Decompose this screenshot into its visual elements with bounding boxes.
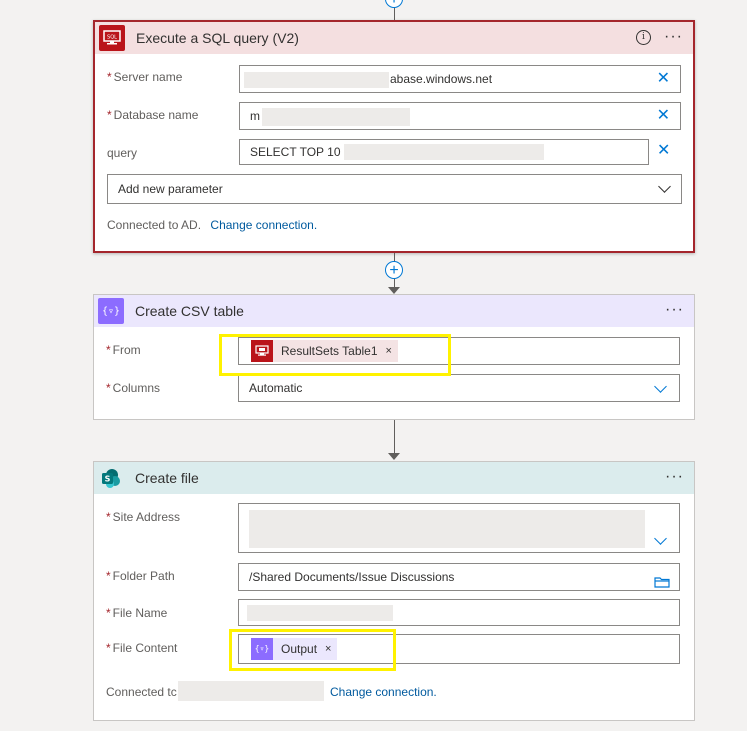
query-field[interactable]: SELECT TOP 10 * [239, 139, 649, 165]
columns-dropdown[interactable]: Automatic [238, 374, 680, 402]
clear-server-name-icon[interactable]: ✕ [657, 71, 670, 87]
create-file-card: S Create file ··· * Site Address * Folder … [93, 461, 695, 721]
folder-path-value: /Shared Documents/Issue Discussions [249, 570, 455, 584]
database-name-field[interactable]: m ✕ [239, 102, 681, 130]
redacted-region [344, 144, 544, 160]
sql-query-card: SQL Execute a SQL query (V2) i ··· * Serv… [93, 20, 695, 253]
insert-step-button[interactable]: + [385, 261, 403, 279]
redacted-region [178, 681, 324, 701]
chevron-down-icon [654, 532, 667, 545]
redacted-region [249, 510, 645, 548]
file-card-title: Create file [135, 470, 199, 486]
from-label: * From [106, 343, 141, 357]
clear-query-icon[interactable]: ✕ [657, 143, 670, 159]
csv-card-header[interactable]: {▿} Create CSV table ··· [94, 295, 694, 327]
server-name-value: abase.windows.net [390, 72, 493, 86]
sql-card-title: Execute a SQL query (V2) [136, 30, 299, 46]
csv-card-title: Create CSV table [135, 303, 244, 319]
query-value: SELECT TOP 10 * [250, 145, 349, 159]
add-new-parameter-dropdown[interactable]: Add new parameter [107, 174, 682, 204]
file-card-more-button[interactable]: ··· [665, 468, 684, 486]
highlight-box [229, 629, 396, 671]
connector-line [394, 420, 395, 456]
file-connection-status: Connected tc [106, 685, 177, 699]
file-name-field[interactable] [238, 599, 680, 626]
connector-arrow [388, 287, 400, 294]
file-content-label: * File Content [106, 641, 178, 655]
svg-text:S: S [105, 475, 111, 484]
query-label: query [107, 146, 138, 160]
columns-label: * Columns [106, 381, 161, 395]
folder-path-label: * Folder Path [106, 569, 175, 583]
chevron-down-icon [658, 180, 671, 193]
info-icon[interactable]: i [636, 30, 651, 45]
site-address-label: * Site Address [106, 510, 181, 524]
sql-change-connection-link[interactable]: Change connection. [210, 218, 317, 232]
server-name-label: * Server name [107, 70, 183, 84]
file-card-header[interactable]: S Create file ··· [94, 462, 694, 494]
server-name-field[interactable]: abase.windows.net ✕ [239, 65, 681, 93]
file-name-label: * File Name [106, 606, 168, 620]
add-new-parameter-label: Add new parameter [118, 182, 223, 196]
database-name-value: m [250, 109, 260, 123]
highlight-box [219, 334, 451, 376]
redacted-region [262, 108, 410, 126]
database-name-label: * Database name [107, 108, 199, 122]
redacted-region [244, 72, 389, 88]
folder-path-field[interactable]: /Shared Documents/Issue Discussions [238, 563, 680, 591]
csv-card-more-button[interactable]: ··· [665, 301, 684, 319]
connector-arrow [388, 453, 400, 460]
folder-icon[interactable] [654, 571, 670, 597]
sharepoint-icon: S [98, 465, 124, 491]
columns-value: Automatic [249, 381, 303, 395]
file-change-connection-link[interactable]: Change connection. [330, 685, 437, 699]
sql-server-icon: SQL [99, 25, 125, 51]
top-insert-step-button[interactable]: + [385, 0, 403, 8]
redacted-region [247, 605, 393, 621]
site-address-field[interactable] [238, 503, 680, 553]
data-operation-icon: {▿} [98, 298, 124, 324]
clear-database-name-icon[interactable]: ✕ [657, 108, 670, 124]
chevron-down-icon [654, 380, 667, 393]
sql-card-more-button[interactable]: ··· [664, 28, 683, 46]
svg-text:SQL: SQL [107, 35, 117, 41]
sql-connection-status: Connected to AD. Change connection. [107, 218, 318, 232]
sql-card-header[interactable]: SQL Execute a SQL query (V2) i ··· [95, 22, 693, 54]
